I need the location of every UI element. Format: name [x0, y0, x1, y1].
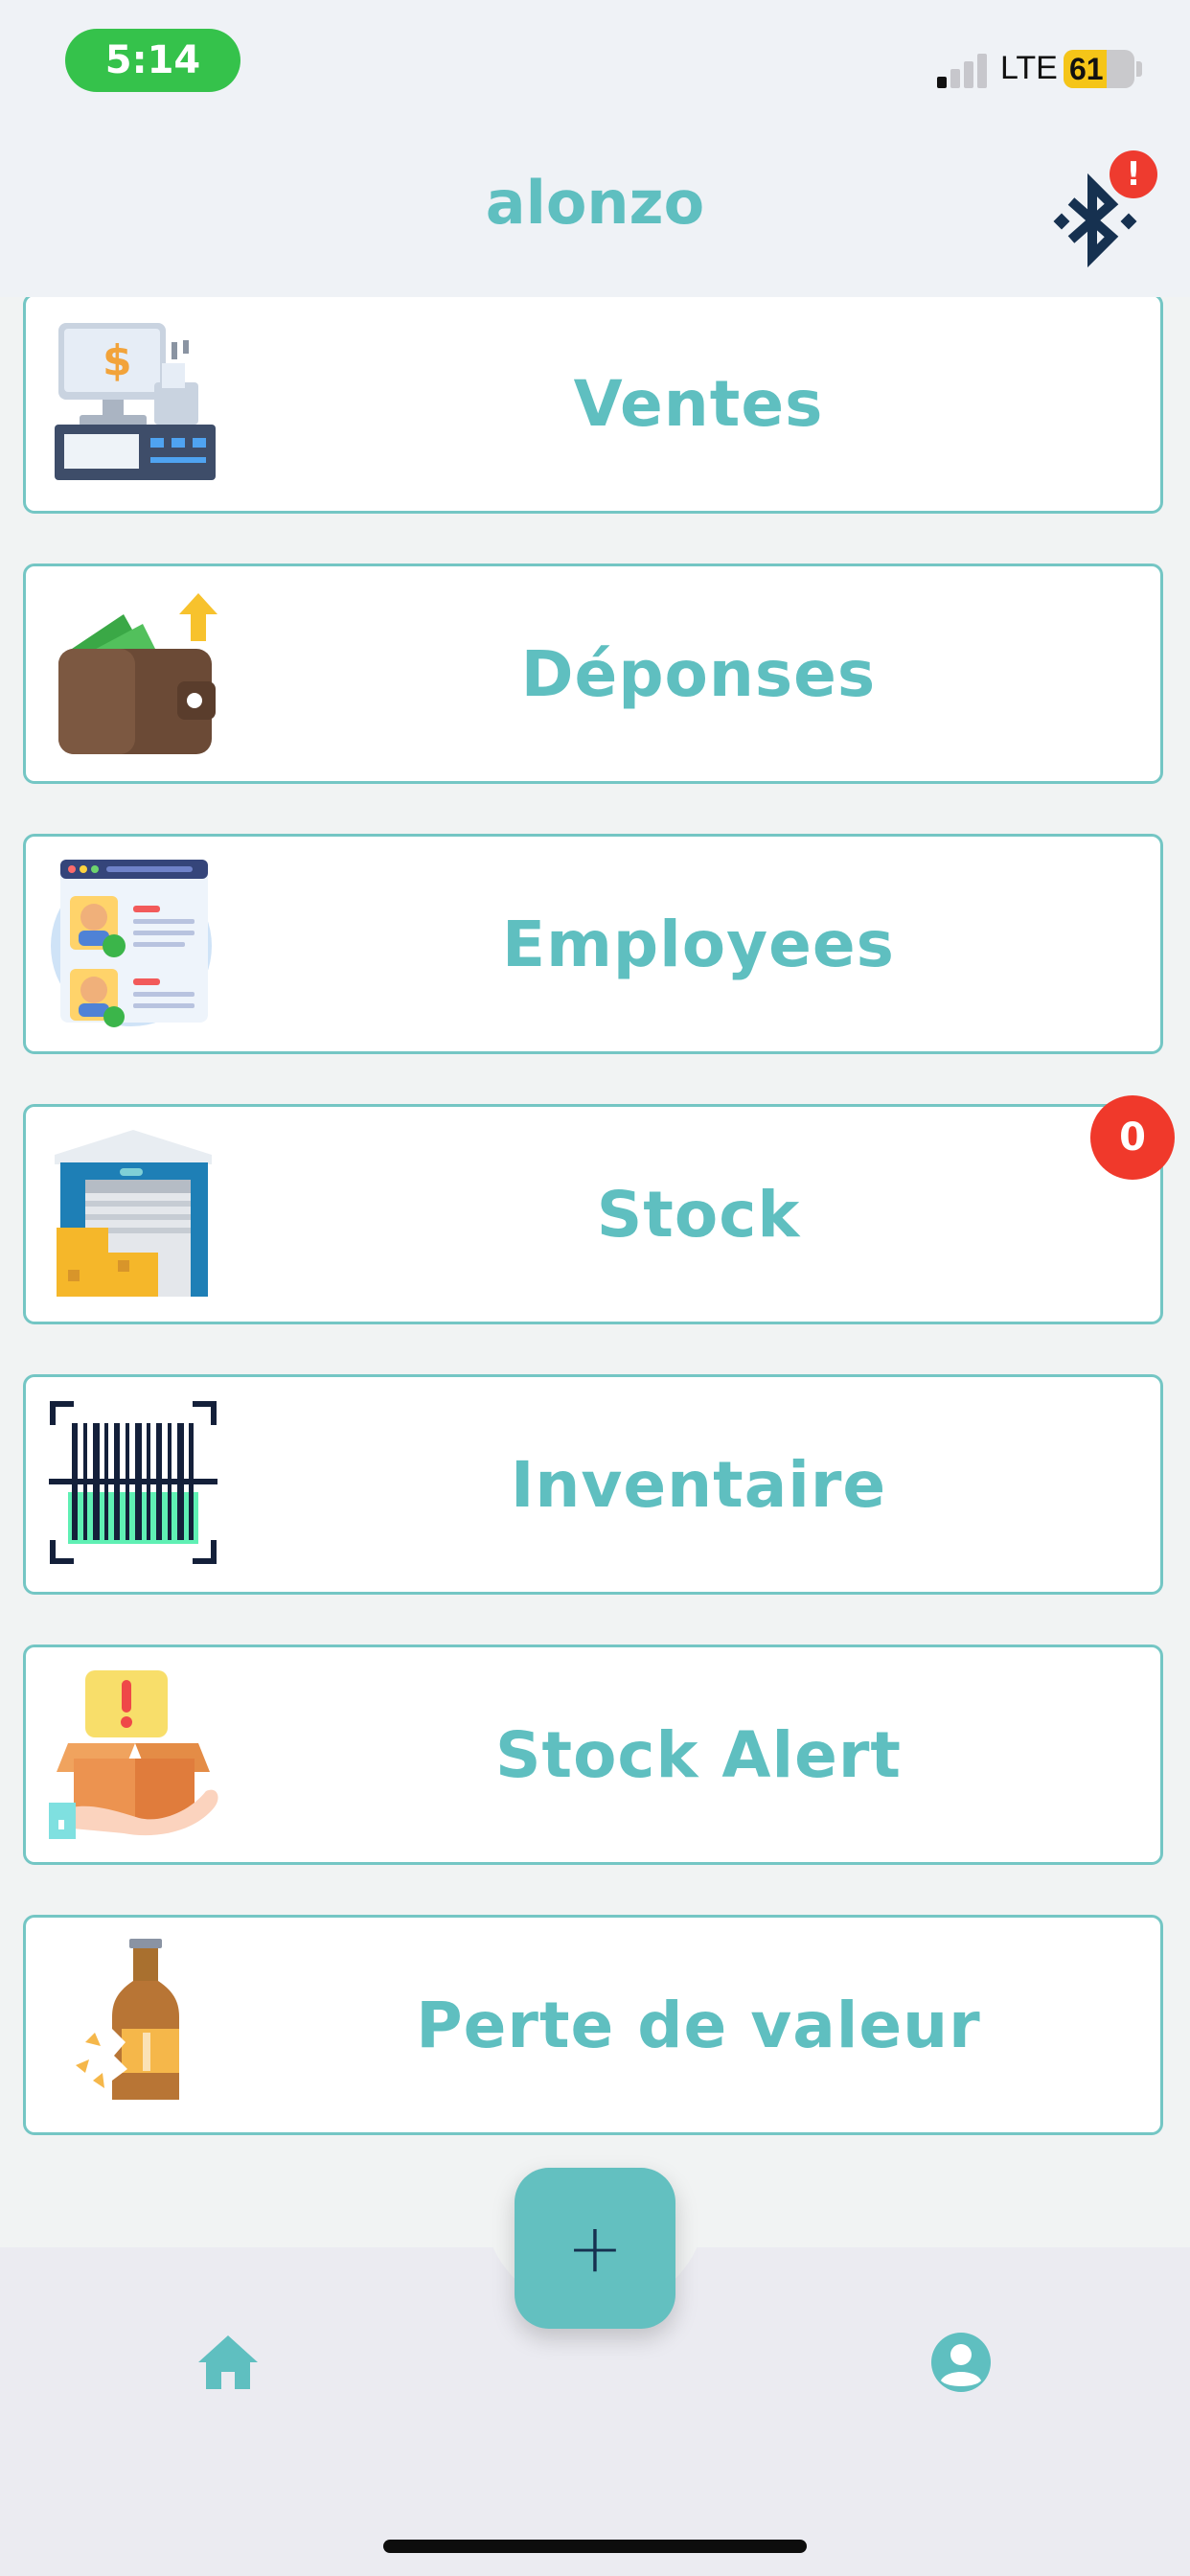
- status-time: 5:14: [65, 29, 240, 92]
- menu-item-inventaire[interactable]: Inventaire: [23, 1374, 1163, 1595]
- stock-count-badge: 0: [1090, 1095, 1175, 1180]
- employee-profiles-icon: [51, 860, 212, 1027]
- battery-cap: [1136, 61, 1142, 77]
- menu-item-label: Stock Alert: [495, 1717, 902, 1792]
- bluetooth-alert-badge: !: [1110, 150, 1157, 198]
- alert-box-icon: [49, 1670, 218, 1839]
- menu-item-label: Perte de valeur: [416, 1988, 981, 2062]
- menu-item-ventes[interactable]: $ Ventes: [23, 297, 1163, 514]
- menu-item-perte-de-valeur[interactable]: Perte de valeur: [23, 1915, 1163, 2135]
- menu-item-label: Employees: [502, 907, 895, 981]
- app-header: alonzo: [0, 129, 1190, 297]
- network-type: LTE: [1000, 50, 1058, 86]
- battery-icon: 61: [1064, 50, 1134, 88]
- battery-percent: 61: [1069, 52, 1104, 86]
- cash-register-icon: $: [55, 323, 216, 480]
- menu-list[interactable]: $ Ventes Déponses Employees Stock Invent…: [0, 297, 1190, 2204]
- status-bar: 5:14 LTE 61: [0, 0, 1190, 129]
- warehouse-icon: [55, 1130, 212, 1297]
- menu-item-label: Ventes: [573, 366, 824, 441]
- menu-item-stock[interactable]: Stock: [23, 1104, 1163, 1324]
- menu-item-deponses[interactable]: Déponses: [23, 564, 1163, 784]
- home-icon: [198, 2335, 258, 2389]
- broken-bottle-icon: [76, 1939, 179, 2100]
- wallet-icon: [58, 593, 217, 754]
- svg-text:$: $: [103, 336, 132, 385]
- add-button[interactable]: +: [515, 2168, 675, 2329]
- home-indicator: [383, 2540, 807, 2553]
- tab-profile[interactable]: [929, 2331, 993, 2394]
- signal-icon: [937, 54, 995, 88]
- menu-item-employees[interactable]: Employees: [23, 834, 1163, 1054]
- menu-item-stock-alert[interactable]: Stock Alert: [23, 1644, 1163, 1865]
- tab-home[interactable]: [196, 2334, 260, 2391]
- barcode-scan-icon: [49, 1401, 217, 1564]
- profile-icon: [931, 2333, 991, 2392]
- menu-item-label: Déponses: [520, 636, 877, 711]
- page-title: alonzo: [485, 168, 705, 238]
- menu-item-label: Stock: [596, 1177, 801, 1252]
- menu-item-label: Inventaire: [510, 1447, 887, 1522]
